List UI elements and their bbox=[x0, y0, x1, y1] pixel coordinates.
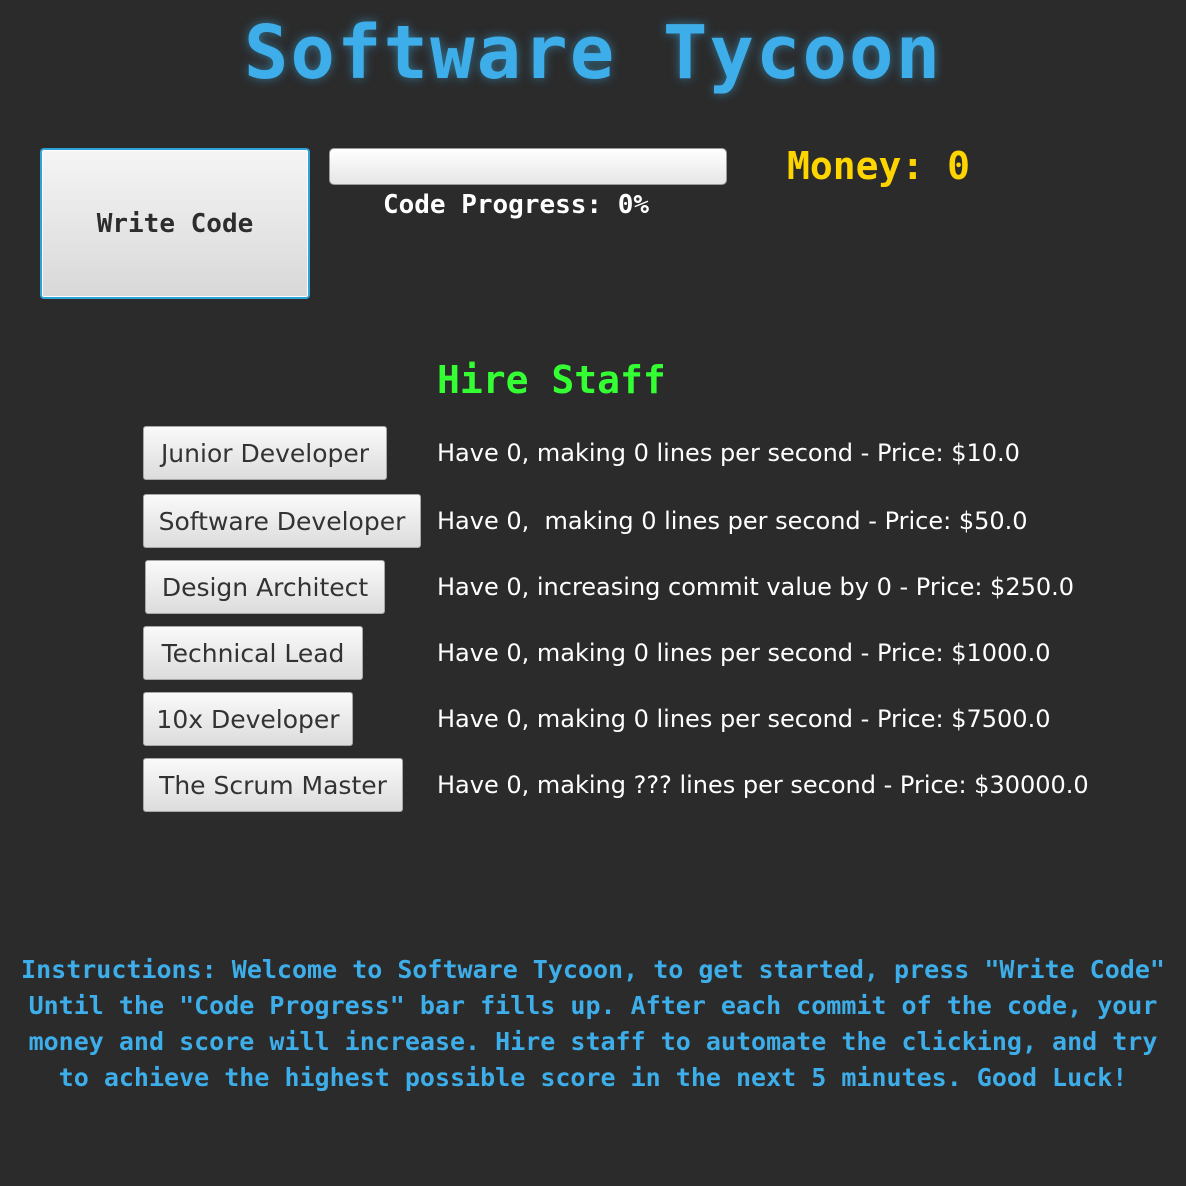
money-label: Money: 0 bbox=[787, 144, 971, 188]
hire-software-developer-button[interactable]: Software Developer bbox=[143, 494, 421, 548]
10x-developer-info: Have 0, making 0 lines per second - Pric… bbox=[437, 705, 1051, 733]
hire-technical-lead-button[interactable]: Technical Lead bbox=[143, 626, 363, 680]
technical-lead-info: Have 0, making 0 lines per second - Pric… bbox=[437, 639, 1051, 667]
hire-scrum-master-button[interactable]: The Scrum Master bbox=[143, 758, 403, 812]
hire-design-architect-button[interactable]: Design Architect bbox=[145, 560, 385, 614]
hire-staff-heading: Hire Staff bbox=[437, 358, 666, 402]
software-developer-info: Have 0, making 0 lines per second - Pric… bbox=[437, 507, 1028, 535]
design-architect-info: Have 0, increasing commit value by 0 - P… bbox=[437, 573, 1075, 601]
instructions-text: Instructions: Welcome to Software Tycoon… bbox=[21, 955, 1165, 1092]
hire-junior-developer-button[interactable]: Junior Developer bbox=[143, 426, 387, 480]
code-progress-label: Code Progress: 0% bbox=[382, 190, 650, 220]
junior-developer-info: Have 0, making 0 lines per second - Pric… bbox=[437, 439, 1020, 467]
game-title: Software Tycoon bbox=[243, 10, 943, 96]
scrum-master-info: Have 0, making ??? lines per second - Pr… bbox=[437, 771, 1089, 799]
hire-10x-developer-button[interactable]: 10x Developer bbox=[143, 692, 353, 746]
write-code-button[interactable]: Write Code bbox=[40, 148, 310, 299]
code-progress-bar bbox=[329, 148, 727, 185]
